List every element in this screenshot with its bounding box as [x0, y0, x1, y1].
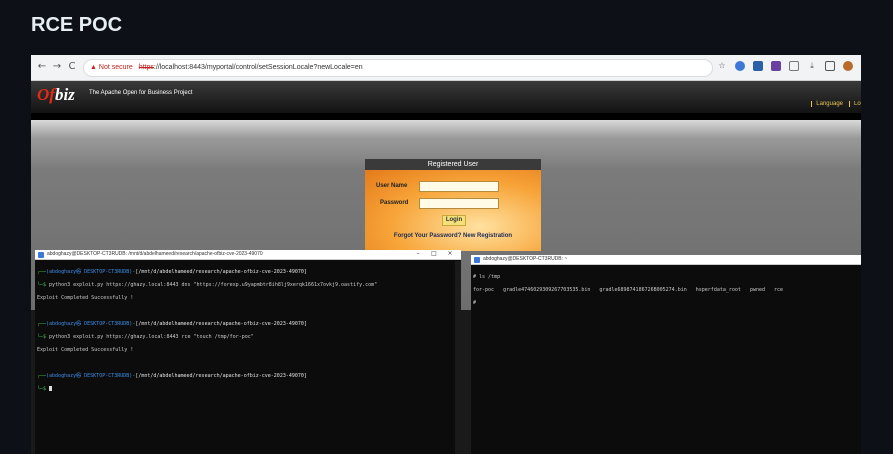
- puzzle-icon[interactable]: [771, 61, 781, 71]
- ofbiz-logo: Ofbiz: [37, 85, 75, 104]
- login-form: Registered User User Name Password Login…: [365, 159, 541, 251]
- address-bar[interactable]: ▲ Not secure https://localhost:8443/mypo…: [83, 59, 713, 77]
- back-arrow-icon[interactable]: ←: [36, 61, 48, 73]
- terminal-cursor: [49, 385, 53, 391]
- password-label: Password: [380, 200, 409, 206]
- terminal-icon: [38, 252, 44, 258]
- minimize-icon[interactable]: –: [413, 250, 423, 257]
- browser-extension-icons: ☆ ⤓: [717, 61, 853, 75]
- extension-icon[interactable]: [753, 61, 763, 71]
- login-link[interactable]: Log: [849, 101, 861, 107]
- ofbiz-tagline: The Apache Open for Business Project: [89, 90, 193, 96]
- page-title: RCE POC: [31, 14, 123, 36]
- close-icon[interactable]: ×: [445, 250, 455, 257]
- terminal-right-title: abdoghazy@DESKTOP-CT3RUDB: ~: [483, 256, 568, 262]
- new-registration-link[interactable]: New Registration: [463, 233, 512, 239]
- forward-arrow-icon[interactable]: →: [51, 61, 63, 73]
- terminal-right: abdoghazy@DESKTOP-CT3RUDB: ~ # ls /tmp f…: [471, 255, 861, 454]
- login-form-title: Registered User: [365, 159, 541, 170]
- profile-icon[interactable]: [843, 61, 853, 71]
- not-secure-badge[interactable]: Not secure: [99, 64, 133, 71]
- forgot-password-link[interactable]: Forgot Your Password?: [394, 233, 461, 239]
- terminal-right-titlebar[interactable]: abdoghazy@DESKTOP-CT3RUDB: ~: [471, 255, 861, 265]
- download-icon[interactable]: ⤓: [807, 61, 817, 71]
- ofbiz-header: Ofbiz The Apache Open for Business Proje…: [31, 81, 861, 113]
- browser-toolbar: ← → C ▲ Not secure https://localhost:844…: [31, 55, 861, 81]
- maximize-icon[interactable]: □: [429, 250, 439, 257]
- login-button[interactable]: Login: [442, 215, 466, 226]
- terminal-left-output[interactable]: ┌──(abdoghazy㉿ DESKTOP-CT3RUDB)-[/mnt/d/…: [37, 262, 459, 405]
- poc-screenshot: ← → C ▲ Not secure https://localhost:844…: [31, 55, 861, 454]
- header-divider: [31, 113, 861, 120]
- language-link[interactable]: Language: [811, 101, 843, 107]
- username-label: User Name: [376, 183, 408, 189]
- translate-icon[interactable]: [735, 61, 745, 71]
- terminal-left-title: abdoghazy@DESKTOP-CT3RUDB: /mnt/d/abdelh…: [47, 251, 263, 257]
- terminal-left-scrollbar[interactable]: [455, 261, 461, 454]
- terminal-left-titlebar[interactable]: abdoghazy@DESKTOP-CT3RUDB: /mnt/d/abdelh…: [35, 250, 461, 260]
- url-scheme: https: [138, 64, 154, 71]
- url-path: ://localhost:8443/myportal/control/setSe…: [153, 64, 363, 71]
- username-input[interactable]: [419, 181, 499, 192]
- copy-icon[interactable]: [789, 61, 799, 71]
- reload-icon[interactable]: C: [66, 61, 78, 73]
- password-input[interactable]: [419, 198, 499, 209]
- login-links: Forgot Your Password? New Registration: [365, 233, 541, 239]
- terminal-left: abdoghazy@DESKTOP-CT3RUDB: /mnt/d/abdelh…: [35, 250, 461, 454]
- sidebar-icon[interactable]: [825, 61, 835, 71]
- terminal-right-output[interactable]: # ls /tmp for-poc gradle4746029309267703…: [473, 267, 859, 319]
- star-icon[interactable]: ☆: [717, 61, 727, 71]
- terminal-icon: [474, 257, 480, 263]
- warning-icon[interactable]: ▲: [90, 64, 97, 71]
